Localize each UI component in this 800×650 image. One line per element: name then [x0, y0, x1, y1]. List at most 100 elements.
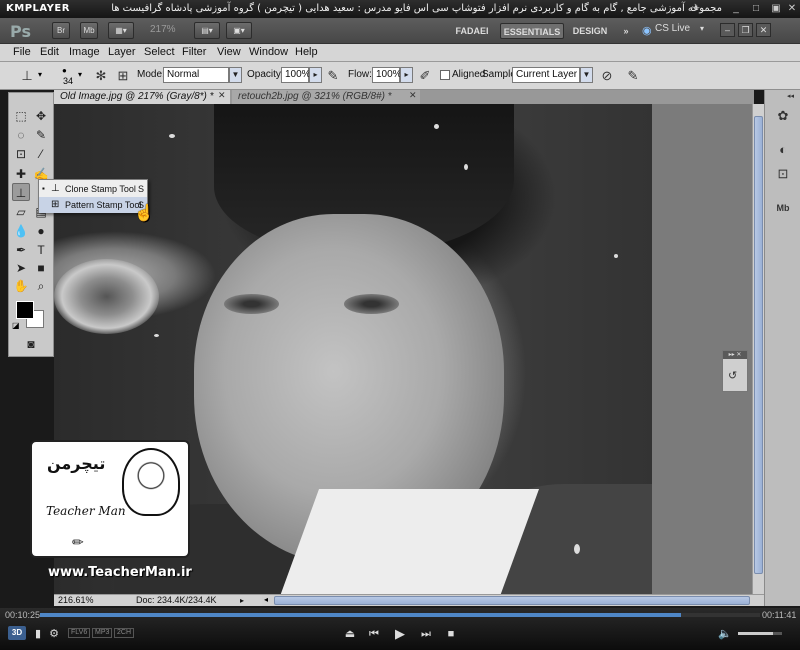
eject-icon[interactable]: ⏏: [343, 626, 357, 642]
flow-slider-icon[interactable]: ▸: [400, 67, 413, 83]
lasso-tool-icon[interactable]: ◌: [12, 126, 30, 144]
pin-icon[interactable]: ✈: [690, 3, 702, 15]
minimize-icon[interactable]: _: [730, 3, 742, 15]
settings-icon[interactable]: ⚙: [48, 626, 60, 642]
close-tab-icon[interactable]: ✕: [409, 90, 417, 101]
clone-stamp-preset-icon[interactable]: ⊥: [18, 67, 36, 85]
opacity-slider-icon[interactable]: ▸: [309, 67, 322, 83]
ps-minimize-icon[interactable]: –: [720, 23, 735, 37]
mini-bridge-panel-icon[interactable]: Mb: [773, 198, 793, 218]
menu-layer[interactable]: Layer: [108, 46, 136, 58]
vertical-scrollbar[interactable]: [752, 104, 764, 594]
shape-tool-icon[interactable]: ■: [32, 259, 50, 277]
ps-close-icon[interactable]: ✕: [756, 23, 771, 37]
menu-file[interactable]: File: [13, 46, 31, 58]
hand-tool-icon[interactable]: ✋: [12, 277, 30, 295]
scroll-left-icon[interactable]: ◂: [264, 595, 268, 604]
quick-selection-tool-icon[interactable]: ✎: [32, 126, 50, 144]
sample-dropdown-icon[interactable]: ▼: [580, 67, 593, 83]
brush-panel-icon[interactable]: ✻: [92, 67, 110, 85]
pressure-size-icon[interactable]: ✎: [624, 67, 642, 85]
mode-select[interactable]: Normal: [163, 67, 229, 83]
more-workspaces-icon[interactable]: »: [618, 23, 634, 39]
flyout-clone-stamp[interactable]: ▪ ⊥ Clone Stamp Tool S: [39, 181, 147, 197]
path-selection-tool-icon[interactable]: ➤: [12, 259, 30, 277]
speaker-icon[interactable]: 🔈: [718, 626, 732, 642]
foreground-color-swatch[interactable]: [16, 301, 34, 319]
preset-chevron-icon[interactable]: ▾: [38, 70, 42, 79]
clone-stamp-tool-icon[interactable]: ⊥: [12, 183, 30, 201]
workspace-design[interactable]: DESIGN: [570, 23, 610, 39]
status-zoom[interactable]: 216.61%: [58, 595, 94, 606]
previous-icon[interactable]: ⏮: [367, 626, 381, 642]
brush-size[interactable]: 34: [63, 76, 73, 86]
aligned-checkbox[interactable]: [440, 70, 450, 80]
flow-field[interactable]: 100%: [372, 67, 402, 83]
eraser-tool-icon[interactable]: ▱: [12, 203, 30, 221]
default-colors-icon[interactable]: ◪: [12, 321, 20, 330]
floating-panel-header[interactable]: ▸▸ ✕: [723, 351, 747, 359]
menu-image[interactable]: Image: [69, 46, 100, 58]
healing-brush-tool-icon[interactable]: ✚: [12, 165, 30, 183]
next-icon[interactable]: ⏭: [419, 626, 433, 642]
horizontal-scroll-thumb[interactable]: [274, 596, 750, 605]
menu-select[interactable]: Select: [144, 46, 175, 58]
view-extras-button[interactable]: ▦▾: [108, 22, 134, 39]
pressure-opacity-icon[interactable]: ✎: [324, 67, 342, 85]
workspace-fadaei[interactable]: FADAEI: [450, 23, 494, 39]
menu-filter[interactable]: Filter: [182, 46, 206, 58]
tab-old-image[interactable]: Old Image.jpg @ 217% (Gray/8*) *: [54, 90, 230, 104]
history-panel-icon[interactable]: ↺: [728, 369, 737, 382]
quick-mask-icon[interactable]: ◙: [22, 335, 40, 353]
arrange-documents-button[interactable]: ▤▾: [194, 22, 220, 39]
horizontal-scrollbar[interactable]: ◂: [262, 594, 764, 606]
brush-chevron-icon[interactable]: ▾: [78, 70, 82, 79]
zoom-tool-icon[interactable]: ⌕: [32, 277, 50, 295]
menu-view[interactable]: View: [217, 46, 241, 58]
dodge-tool-icon[interactable]: ●: [32, 222, 50, 240]
mode-dropdown-icon[interactable]: ▼: [229, 67, 242, 83]
menu-window[interactable]: Window: [249, 46, 288, 58]
stop-icon[interactable]: ■: [444, 626, 458, 642]
menu-help[interactable]: Help: [295, 46, 318, 58]
marquee-tool-icon[interactable]: ⬚: [12, 107, 30, 125]
status-menu-icon[interactable]: ▸: [240, 595, 244, 606]
seek-bar[interactable]: [40, 613, 760, 617]
workspace-essentials[interactable]: ESSENTIALS: [500, 23, 564, 39]
close-icon[interactable]: ✕: [786, 3, 798, 15]
flyout-pattern-stamp[interactable]: ⊞ Pattern Stamp Tool S: [39, 197, 147, 213]
masks-panel-icon[interactable]: ⊡: [773, 164, 793, 184]
eyedropper-tool-icon[interactable]: ⁄: [32, 145, 50, 163]
expand-panels-icon[interactable]: ◂◂: [787, 92, 794, 100]
maximize-icon[interactable]: □: [750, 3, 762, 15]
cs-live-chevron-icon[interactable]: ▾: [700, 24, 704, 33]
vertical-scroll-thumb[interactable]: [754, 116, 763, 574]
play-icon[interactable]: ▶: [393, 626, 407, 642]
airbrush-icon[interactable]: ✐: [416, 67, 434, 85]
mini-bridge-button[interactable]: Mb: [80, 22, 98, 39]
cs-live-button[interactable]: CS Live: [655, 23, 690, 34]
dust-speck: [574, 544, 580, 554]
bridge-button[interactable]: Br: [52, 22, 70, 39]
crop-tool-icon[interactable]: ⊡: [12, 145, 30, 163]
move-tool-icon[interactable]: ✥: [32, 107, 50, 125]
color-panel-icon[interactable]: ✿: [773, 106, 793, 126]
fullscreen-icon[interactable]: ▣: [770, 3, 782, 15]
playlist-icon[interactable]: ▮: [32, 626, 44, 642]
ps-restore-icon[interactable]: ❐: [738, 23, 753, 37]
volume-slider[interactable]: [738, 632, 782, 635]
close-tab-icon[interactable]: ✕: [218, 90, 226, 101]
clone-source-panel-icon[interactable]: ⊞: [114, 67, 132, 85]
opacity-field[interactable]: 100%: [281, 67, 311, 83]
blur-tool-icon[interactable]: 💧: [12, 222, 30, 240]
ignore-adjustment-layers-icon[interactable]: ⊘: [598, 67, 616, 85]
adjustments-panel-icon[interactable]: ◐: [773, 140, 793, 160]
menu-edit[interactable]: Edit: [40, 46, 59, 58]
pen-tool-icon[interactable]: ✒: [12, 241, 30, 259]
type-tool-icon[interactable]: T: [32, 241, 50, 259]
tab-retouch2b[interactable]: retouch2b.jpg @ 321% (RGB/8#) *: [232, 90, 420, 104]
screen-mode-button[interactable]: ▣▾: [226, 22, 252, 39]
zoom-level[interactable]: 217%: [150, 24, 176, 35]
3d-mode-button[interactable]: 3D: [8, 626, 26, 640]
sample-select[interactable]: Current Layer: [512, 67, 580, 83]
